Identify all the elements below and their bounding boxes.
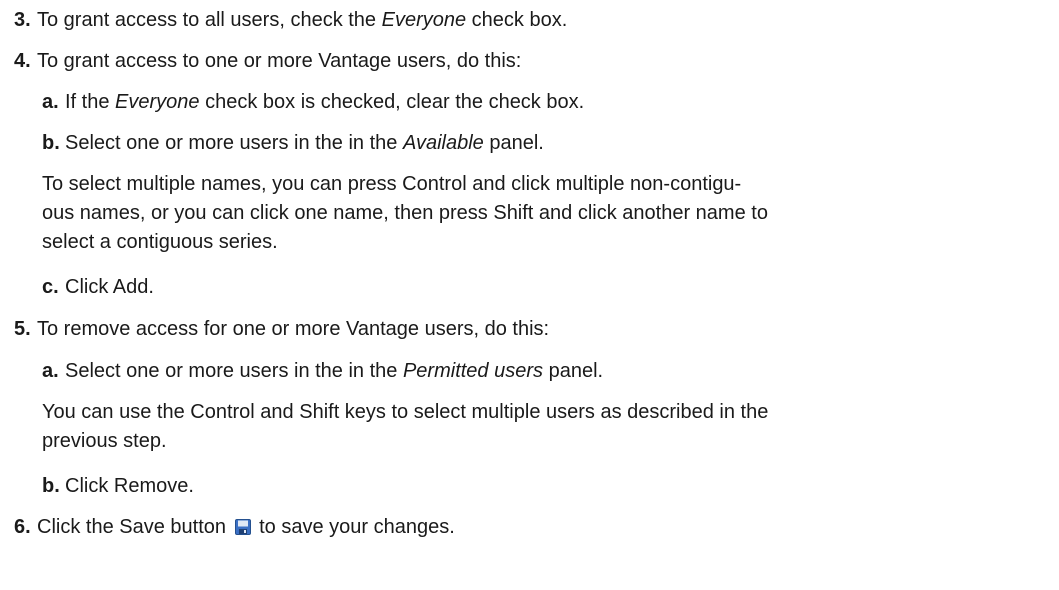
substep-letter: c. (42, 276, 59, 298)
step-number: 3. (14, 9, 31, 31)
note-line: select a contiguous series. (42, 231, 278, 253)
step-text: Click the Save button to save your chang… (37, 515, 455, 538)
ui-term: Available (402, 132, 484, 154)
step-text: To grant access to all users, check the … (37, 9, 568, 31)
note-line: To select multiple names, you can press … (42, 173, 742, 195)
step-5a-note: You can use the Control and Shift keys t… (42, 398, 1052, 456)
substep-text: If the Everyone check box is checked, cl… (65, 91, 585, 113)
note-line: previous step. (42, 430, 167, 452)
step-number: 5. (14, 318, 31, 340)
step-4b-note: To select multiple names, you can press … (42, 170, 1052, 257)
note-line: You can use the Control and Shift keys t… (42, 401, 769, 423)
ui-term: Permitted users (402, 360, 544, 382)
document-page: 3. To grant access to all users, check t… (0, 0, 1059, 590)
ui-term: Everyone (115, 91, 200, 113)
substep-text: Select one or more users in the in the P… (65, 360, 604, 382)
substep-text: Click Remove. (65, 475, 194, 497)
substep-text: Click Add. (65, 276, 154, 298)
step-number: 4. (14, 50, 31, 72)
substep-letter: a. (42, 360, 59, 382)
substep-text: Select one or more users in the in the A… (65, 132, 544, 154)
substep-letter: b. (42, 475, 60, 497)
note-line: ous names, or you can click one name, th… (42, 202, 768, 224)
step-text: To grant access to one or more Vantage u… (37, 50, 522, 72)
substep-letter: b. (42, 132, 60, 154)
substep-letter: a. (42, 91, 59, 113)
step-text: To remove access for one or more Vantage… (37, 318, 550, 340)
ui-term: Everyone (381, 9, 467, 31)
step-number: 6. (14, 516, 31, 538)
save-disk-icon (234, 515, 251, 535)
